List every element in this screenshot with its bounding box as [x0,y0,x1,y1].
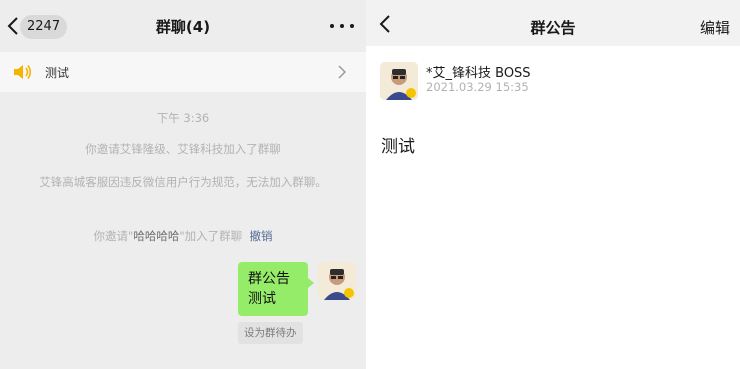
notice-header: 群公告 编辑 [366,0,740,46]
more-icon-dot [340,24,344,28]
speaker-icon [14,65,32,79]
bubble-line: 群公告 [248,271,290,287]
bubble-line: 测试 [248,291,276,307]
notice-content: 测试 [381,137,415,157]
message-bubble[interactable]: 群公告 测试 [238,262,314,316]
avatar[interactable] [318,262,356,300]
notice-bar-text: 测试 [45,66,70,80]
chat-header: 2247 群聊(4) [0,0,366,52]
invitee-name: 哈哈哈哈 [133,229,180,243]
avatar[interactable] [380,62,418,100]
undo-link[interactable]: 撤销 [249,229,272,243]
avatar-image [380,62,418,100]
edit-button[interactable]: 编辑 [700,17,730,38]
notice-title: 群公告 [530,19,576,37]
post-date: 2021.03.29 15:35 [426,80,529,94]
chat-title: 群聊(4) [155,18,211,36]
chevron-right-icon [338,65,346,79]
group-notice-pane: 群公告 编辑 *艾_锋科技 BOSS 2021.03.29 15:35 测试 [366,0,740,369]
chat-pane: 2247 群聊(4) 测试 下午 3:36 你邀请艾锋隆级、艾锋科技加入了群聊 … [0,0,366,369]
group-notice-bar[interactable]: 测试 [0,52,366,92]
message-time: 下午 3:36 [156,111,210,125]
more-icon-dot [330,24,334,28]
more-button[interactable] [330,16,354,36]
system-message: 艾锋高城客服因违反微信用户行为规范，无法加入群聊。 [39,175,327,189]
system-message: 你邀请"哈哈哈哈"加入了群聊 撤销 [0,226,366,246]
set-group-todo-button[interactable]: 设为群待办 [238,322,303,344]
system-message: 你邀请艾锋隆级、艾锋科技加入了群聊 [85,142,281,156]
avatar-image [318,262,356,300]
poster-name: *艾_锋科技 BOSS [426,66,531,81]
system-message-text: 你邀请" [93,229,134,243]
more-icon-dot [350,24,354,28]
system-message-text: "加入了群聊 [179,229,243,243]
